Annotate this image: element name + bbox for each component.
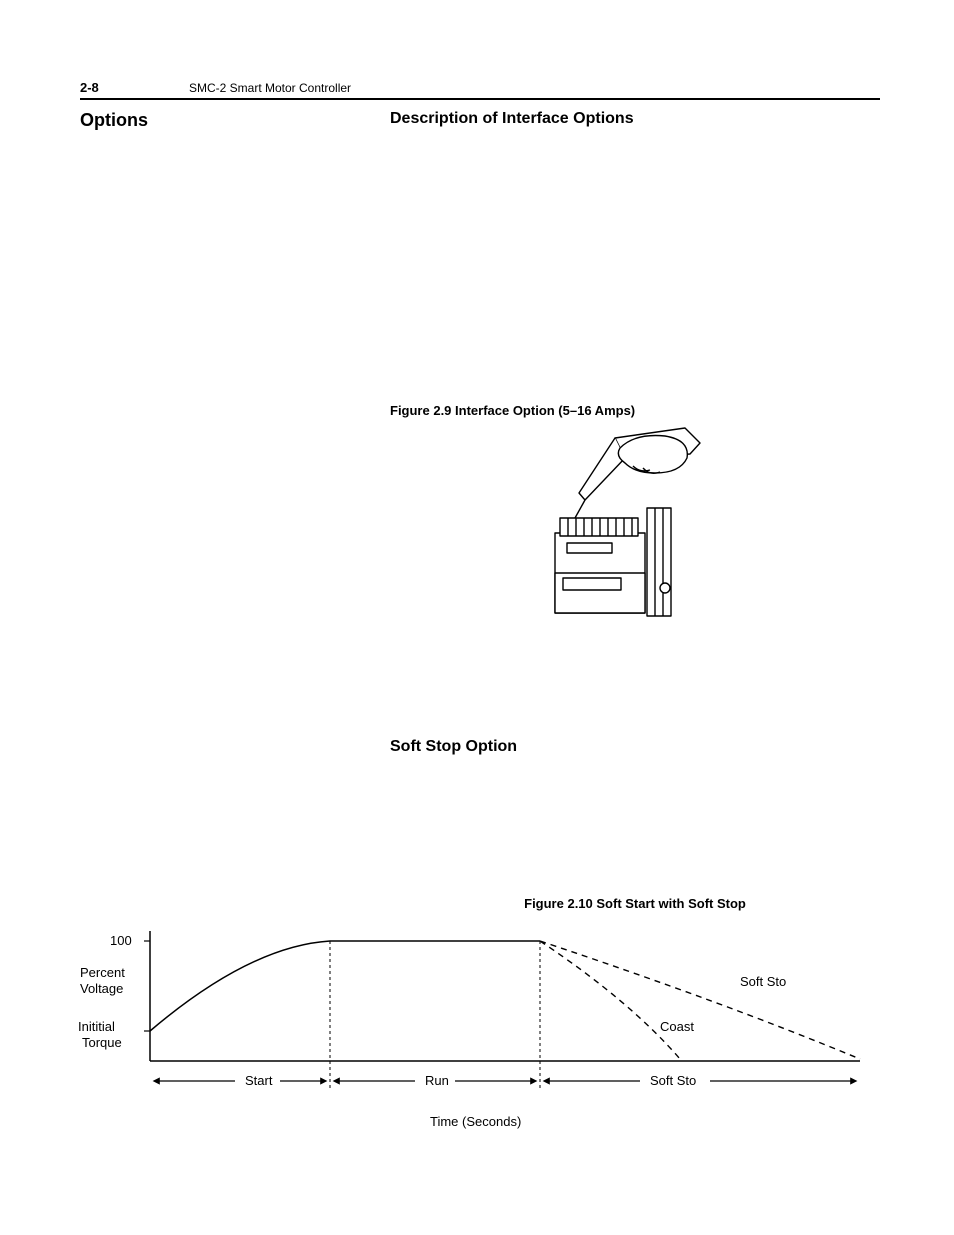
- y-tick-init-line1: Inititial: [78, 1019, 115, 1034]
- y-tick-init-line2: Torque: [82, 1035, 122, 1050]
- figure-caption-2-10: Figure 2.10 Soft Start with Soft Stop: [390, 896, 880, 911]
- subsection-title: Description of Interface Options: [390, 110, 880, 128]
- x-axis-label: Time (Seconds): [430, 1114, 521, 1129]
- page-number: 2-8: [80, 80, 189, 95]
- soft-stop-title: Soft Stop Option: [390, 738, 880, 756]
- series-label-softstop: Soft Sto: [740, 974, 786, 989]
- y-tick-100: 100: [110, 933, 132, 948]
- figure-2-10-chart: 100 Percent Voltage Inititial Torque Sof…: [20, 931, 880, 1141]
- series-label-coast: Coast: [660, 1019, 694, 1034]
- doc-title: SMC-2 Smart Motor Controller: [189, 81, 351, 95]
- page-header: 2-8 SMC-2 Smart Motor Controller: [80, 80, 880, 100]
- phase-label-start: Start: [245, 1073, 273, 1088]
- figure-2-9-illustration: [390, 418, 880, 638]
- interface-option-device-icon: [515, 418, 755, 638]
- y-axis-label-line1: Percent: [80, 965, 125, 980]
- figure-caption-2-9: Figure 2.9 Interface Option (5–16 Amps): [390, 403, 880, 418]
- phase-label-softstop: Soft Sto: [650, 1073, 696, 1088]
- phase-label-run: Run: [425, 1073, 449, 1088]
- section-title-options: Options: [80, 110, 390, 131]
- y-axis-label-line2: Voltage: [80, 981, 123, 996]
